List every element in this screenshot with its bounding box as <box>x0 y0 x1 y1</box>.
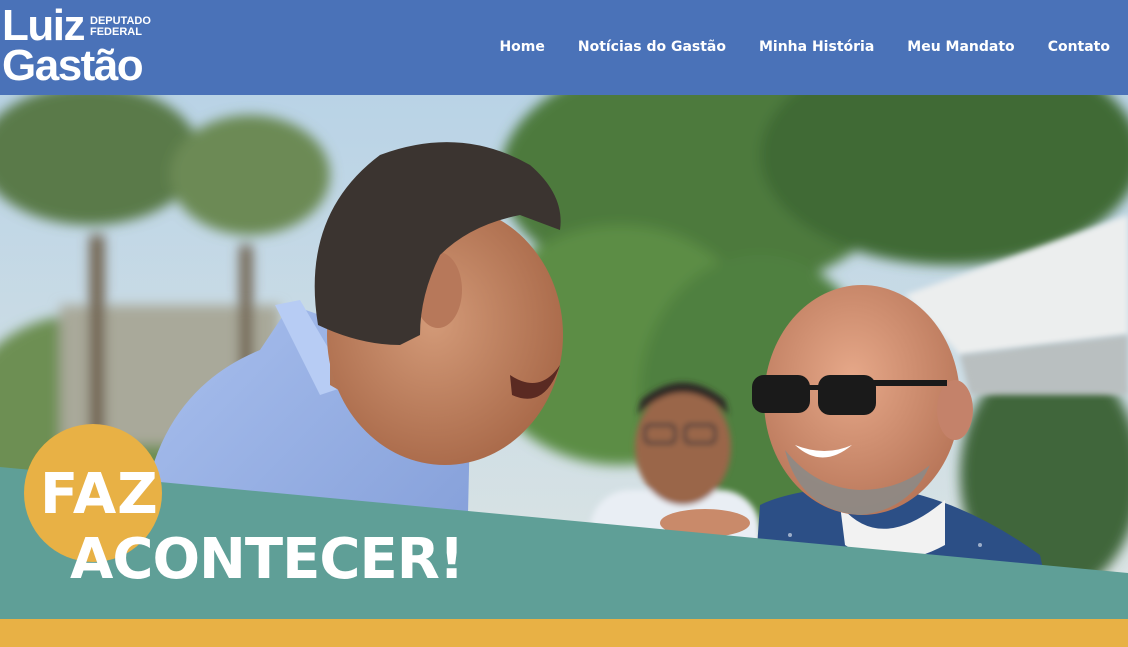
site-logo[interactable]: Luiz DEPUTADO FEDERAL Gastão <box>2 4 162 88</box>
logo-role-federal: FEDERAL <box>90 26 142 38</box>
main-nav: Home Notícias do Gastão Minha História M… <box>499 37 1110 57</box>
nav-item-home[interactable]: Home <box>499 37 544 57</box>
nav-item-noticias[interactable]: Notícias do Gastão <box>578 37 726 57</box>
page: Luiz DEPUTADO FEDERAL Gastão Home Notíci… <box>0 0 1128 647</box>
nav-item-contato[interactable]: Contato <box>1048 37 1110 57</box>
slogan-line-acontecer: ACONTECER! <box>70 527 464 592</box>
slogan-line-faz: FAZ <box>40 462 159 527</box>
nav-item-minha-historia[interactable]: Minha História <box>759 37 874 57</box>
nav-item-meu-mandato[interactable]: Meu Mandato <box>907 37 1014 57</box>
site-header: Luiz DEPUTADO FEDERAL Gastão Home Notíci… <box>0 0 1128 95</box>
logo-name-last: Gastão <box>2 41 144 90</box>
